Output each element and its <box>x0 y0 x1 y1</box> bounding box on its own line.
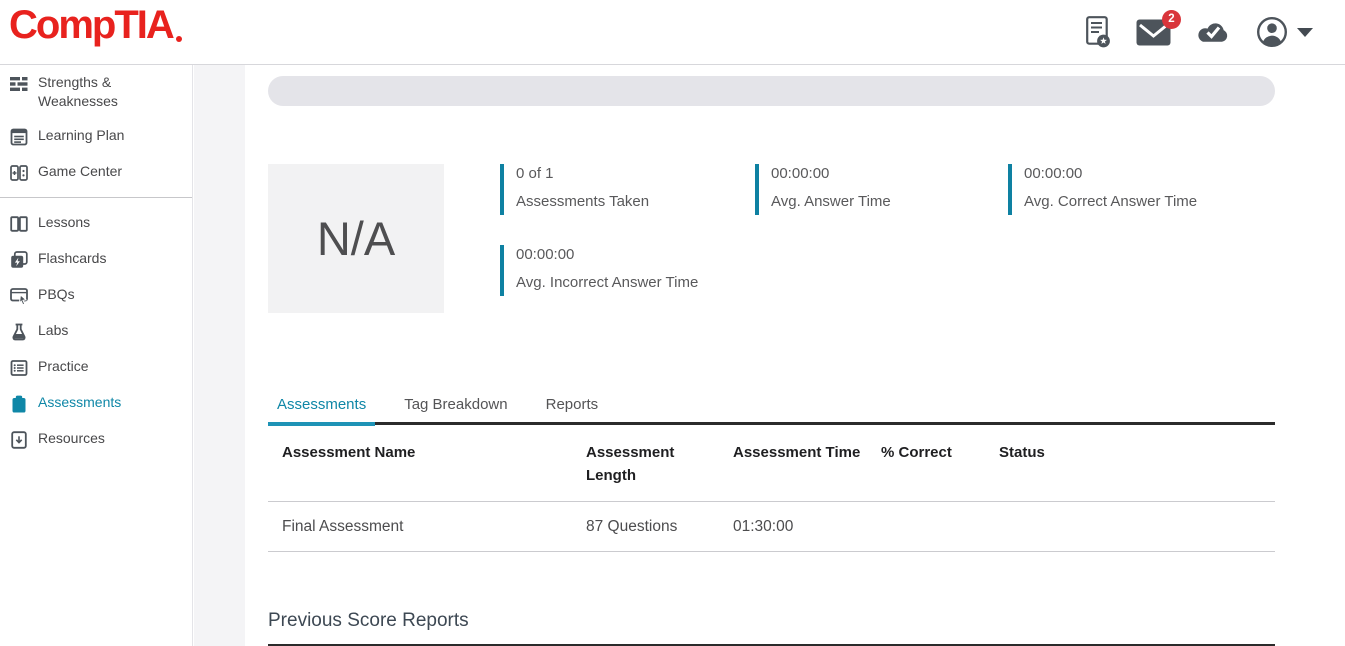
cell-assessment-length: 87 Questions <box>586 502 733 551</box>
assessment-overview: N/A 0 of 1 Assessments Taken 00:00:00 Av… <box>268 164 1275 313</box>
sidebar-item-strengths-weaknesses[interactable]: Strengths & Weaknesses <box>0 65 192 118</box>
sidebar-item-label: Strengths & Weaknesses <box>38 73 136 111</box>
sidebar-item-learning-plan[interactable]: Learning Plan <box>0 118 192 154</box>
stat-value: 00:00:00 <box>771 165 1008 182</box>
assessment-tabs: Assessments Tag Breakdown Reports <box>268 390 1275 425</box>
stat-value: 0 of 1 <box>516 165 755 182</box>
sidebar-item-pbqs[interactable]: PBQs <box>0 277 192 313</box>
sidebar-item-label: Resources <box>38 429 105 448</box>
sidebar-item-resources[interactable]: Resources <box>0 421 192 457</box>
tab-assessments[interactable]: Assessments <box>268 390 375 426</box>
cell-assessment-name: Final Assessment <box>268 502 586 551</box>
sidebar-item-flashcards[interactable]: Flashcards <box>0 241 192 277</box>
pbqs-pointer-window-icon <box>9 286 29 306</box>
column-header-status: Status <box>999 425 1275 501</box>
practice-list-icon <box>9 358 29 378</box>
sidebar-item-label: Assessments <box>38 393 121 412</box>
chevron-down-icon <box>1297 28 1313 37</box>
strengths-weaknesses-bars-icon <box>9 74 29 94</box>
flashcards-lightning-card-icon <box>9 250 29 270</box>
column-header-percent-correct: % Correct <box>881 425 999 501</box>
top-header: CompTIA 2 <box>0 0 1345 65</box>
labs-flask-icon <box>9 322 29 342</box>
comptia-logo[interactable]: CompTIA <box>9 5 182 45</box>
stat-value: 00:00:00 <box>1024 165 1263 182</box>
sidebar-item-lessons[interactable]: Lessons <box>0 205 192 241</box>
resources-download-doc-icon <box>9 430 29 450</box>
sidebar-item-label: Game Center <box>38 162 122 181</box>
score-na-box: N/A <box>268 164 444 313</box>
stat-label: Avg. Answer Time <box>771 193 1008 210</box>
stat-avg-incorrect-answer-time: 00:00:00 Avg. Incorrect Answer Time <box>500 245 755 296</box>
unread-count-badge: 2 <box>1162 10 1181 29</box>
course-progress-bar <box>268 76 1275 106</box>
assessments-clipboard-icon <box>9 394 29 414</box>
main-content: N/A 0 of 1 Assessments Taken 00:00:00 Av… <box>245 65 1345 646</box>
sidebar-item-label: Labs <box>38 321 68 340</box>
sidebar-item-assessments[interactable]: Assessments <box>0 385 192 421</box>
stats-column-2: 00:00:00 Avg. Answer Time <box>755 164 1008 313</box>
assessments-table: Assessment Name Assessment Length Assess… <box>268 425 1275 552</box>
column-header-assessment-name: Assessment Name <box>268 425 586 501</box>
account-menu-button[interactable] <box>1256 16 1313 48</box>
account-avatar-icon <box>1256 16 1288 48</box>
stat-label: Assessments Taken <box>516 193 755 210</box>
sidebar-item-practice[interactable]: Practice <box>0 349 192 385</box>
sidebar-item-label: Lessons <box>38 213 90 232</box>
score-report-button[interactable] <box>1086 16 1111 49</box>
column-header-assessment-length: Assessment Length <box>586 425 733 501</box>
registered-mark-dot <box>176 36 182 42</box>
game-center-dice-icon <box>9 163 29 183</box>
sidebar-item-labs[interactable]: Labs <box>0 313 192 349</box>
tab-tag-breakdown[interactable]: Tag Breakdown <box>395 390 516 422</box>
stat-avg-correct-answer-time: 00:00:00 Avg. Correct Answer Time <box>1008 164 1263 215</box>
cell-percent-correct <box>881 502 999 551</box>
stat-label: Avg. Incorrect Answer Time <box>516 274 755 291</box>
learning-plan-notebook-icon <box>9 127 29 147</box>
cell-status <box>999 502 1275 551</box>
stat-value: 00:00:00 <box>516 246 755 263</box>
content-gutter <box>194 65 245 646</box>
comptia-logo-text: CompTIA <box>9 5 173 45</box>
sidebar-item-label: Learning Plan <box>38 126 124 145</box>
sidebar-item-label: PBQs <box>38 285 75 304</box>
lessons-open-book-icon <box>9 214 29 234</box>
stat-assessments-taken: 0 of 1 Assessments Taken <box>500 164 755 215</box>
cell-assessment-time: 01:30:00 <box>733 502 881 551</box>
sidebar-item-label: Practice <box>38 357 89 376</box>
stat-label: Avg. Correct Answer Time <box>1024 193 1263 210</box>
header-icon-group: 2 <box>1086 16 1345 49</box>
column-header-assessment-time: Assessment Time <box>733 425 881 501</box>
tab-reports[interactable]: Reports <box>537 390 608 422</box>
stats-group: 0 of 1 Assessments Taken 00:00:00 Avg. I… <box>500 164 1263 313</box>
table-header-row: Assessment Name Assessment Length Assess… <box>268 425 1275 502</box>
score-report-icon <box>1086 16 1111 49</box>
sidebar-item-label: Flashcards <box>38 249 106 268</box>
sidebar-item-game-center[interactable]: Game Center <box>0 154 192 190</box>
messages-button[interactable]: 2 <box>1136 19 1171 46</box>
table-row-final-assessment[interactable]: Final Assessment 87 Questions 01:30:00 <box>268 502 1275 552</box>
previous-score-reports-heading: Previous Score Reports <box>268 610 1275 632</box>
sidebar-nav: Strengths & Weaknesses Learning Plan Gam… <box>0 65 193 646</box>
stat-avg-answer-time: 00:00:00 Avg. Answer Time <box>755 164 1008 215</box>
stats-column-3: 00:00:00 Avg. Correct Answer Time <box>1008 164 1263 313</box>
sync-button[interactable] <box>1196 20 1231 45</box>
sync-cloud-check-icon <box>1196 20 1231 45</box>
stats-column-1: 0 of 1 Assessments Taken 00:00:00 Avg. I… <box>500 164 755 313</box>
sidebar-divider <box>0 197 192 198</box>
